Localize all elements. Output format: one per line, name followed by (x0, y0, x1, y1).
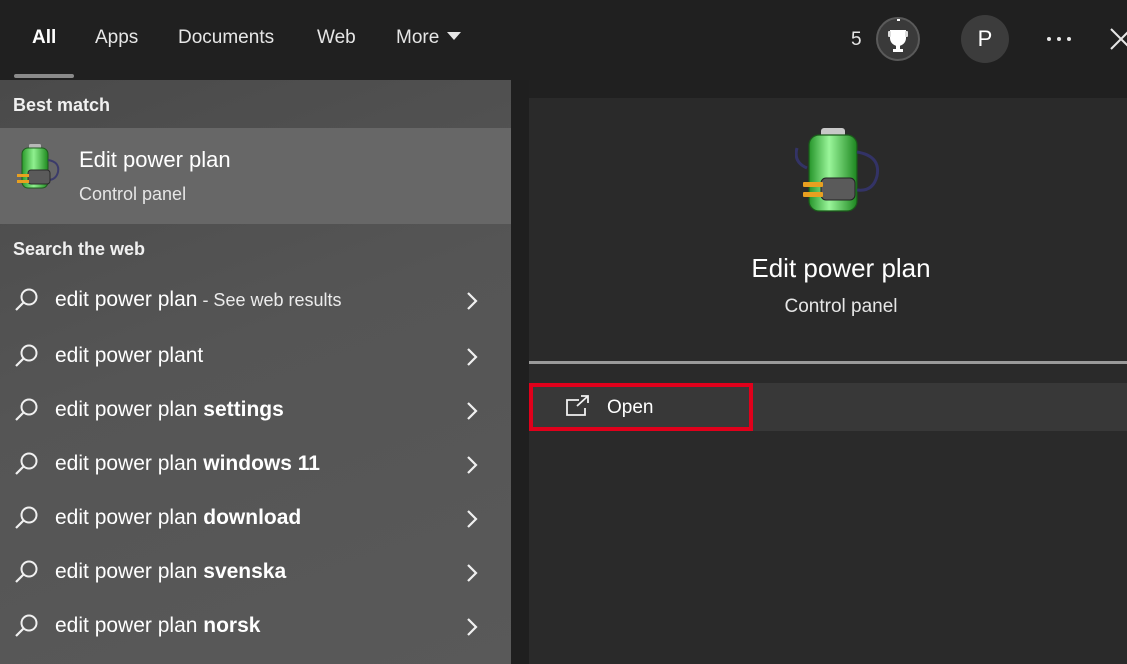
results-panel: Best match Edit power plan Control panel… (0, 80, 511, 664)
web-suggestion-text: edit power plan settings (55, 398, 284, 422)
tab-all[interactable]: All (32, 27, 56, 49)
suggestion-bold: settings (203, 398, 284, 421)
chevron-right-icon[interactable] (465, 508, 479, 530)
suggestion-base: edit power plan (55, 614, 204, 637)
suggestion-base: edit power plan (55, 560, 204, 583)
web-suggestion-text: edit power plan windows 11 (55, 452, 320, 476)
detail-panel: Edit power plan Control panel Open (529, 98, 1127, 664)
open-button[interactable]: Open (529, 383, 753, 431)
chevron-right-icon[interactable] (465, 616, 479, 638)
suggestion-base: edit power plan (55, 398, 204, 421)
divider (529, 361, 1127, 364)
web-suggestion-item[interactable]: edit power plan - See web results (0, 273, 511, 327)
battery-plug-icon (14, 142, 64, 198)
suggestion-base: edit power plan (55, 288, 198, 311)
best-match-subtitle: Control panel (79, 184, 187, 204)
detail-subtitle: Control panel (784, 296, 898, 317)
battery-plug-icon (794, 126, 885, 224)
tab-more-label: More (396, 27, 440, 48)
more-dots-icon[interactable] (1046, 22, 1074, 52)
rewards-points-count: 5 (851, 29, 862, 50)
chevron-right-icon[interactable] (465, 454, 479, 476)
chevron-right-icon[interactable] (465, 400, 479, 422)
web-suggestion-text: edit power plan - See web results (55, 288, 342, 312)
suggestion-suffix: - See web results (197, 290, 342, 310)
chevron-right-icon[interactable] (465, 290, 479, 312)
actions-list: Open (529, 383, 1127, 431)
tab-more[interactable]: More (396, 27, 462, 49)
best-match-result[interactable]: Edit power plan Control panel (0, 128, 511, 224)
web-suggestion-item[interactable]: edit power plan windows 11 (0, 437, 511, 491)
search-icon (15, 398, 38, 421)
search-icon (15, 614, 38, 637)
web-suggestion-item[interactable]: edit power plan svenska (0, 545, 511, 599)
chevron-right-icon[interactable] (465, 346, 479, 368)
close-icon[interactable] (1108, 26, 1127, 52)
tab-apps[interactable]: Apps (95, 27, 138, 49)
open-external-icon (566, 395, 589, 416)
search-icon (15, 506, 38, 529)
suggestion-bold: norsk (203, 614, 261, 637)
web-suggestion-text: edit power plan download (55, 506, 301, 530)
rewards-trophy-icon[interactable] (876, 17, 920, 61)
suggestion-bold: windows 11 (203, 452, 320, 475)
web-suggestion-item[interactable]: edit power plan download (0, 491, 511, 545)
search-icon (15, 288, 38, 311)
suggestion-base: edit power plan (55, 452, 204, 475)
search-web-heading: Search the web (13, 239, 146, 259)
tab-web[interactable]: Web (317, 27, 356, 49)
panel-gap (511, 80, 529, 664)
tab-documents[interactable]: Documents (178, 27, 274, 49)
web-suggestion-item[interactable]: edit power plan settings (0, 383, 511, 437)
chevron-right-icon[interactable] (465, 562, 479, 584)
web-suggestion-item[interactable]: edit power plant (0, 329, 511, 383)
web-suggestion-text: edit power plan norsk (55, 614, 260, 638)
active-tab-indicator (14, 74, 74, 78)
suggestion-base: edit power plant (55, 344, 204, 367)
best-match-title: Edit power plan (79, 147, 231, 172)
avatar[interactable]: P (961, 15, 1009, 63)
web-suggestion-text: edit power plant (55, 344, 203, 368)
web-suggestion-text: edit power plan svenska (55, 560, 286, 584)
search-icon (15, 344, 38, 367)
suggestion-bold: download (203, 506, 302, 529)
search-icon (15, 560, 38, 583)
caret-down-icon (447, 32, 462, 40)
suggestion-base: edit power plan (55, 506, 204, 529)
suggestion-bold: svenska (203, 560, 287, 583)
detail-title: Edit power plan (751, 253, 931, 283)
web-suggestion-item[interactable]: edit power plan norsk (0, 599, 511, 653)
search-icon (15, 452, 38, 475)
search-top-bar: All Apps Documents Web More 5 P (0, 0, 1127, 80)
best-match-heading: Best match (13, 95, 111, 115)
open-label: Open (607, 397, 654, 418)
